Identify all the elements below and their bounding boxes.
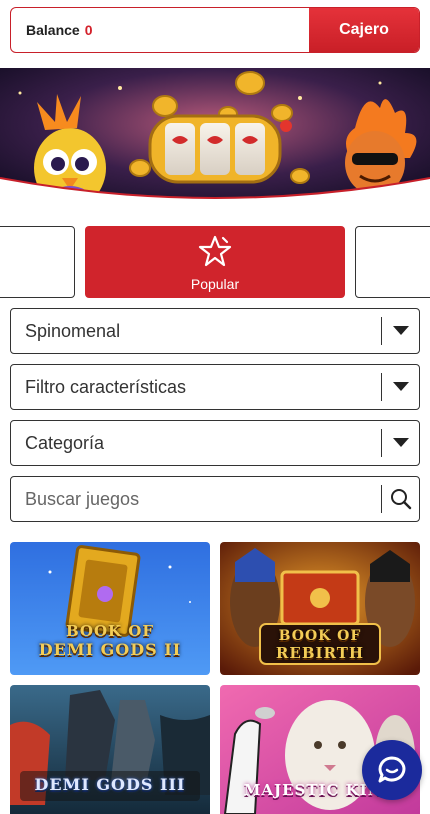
balance-bar: Balance 0 Cajero xyxy=(10,7,420,53)
tab-next[interactable] xyxy=(355,226,430,298)
search-input[interactable]: Buscar juegos xyxy=(11,489,381,510)
features-select-value: Filtro características xyxy=(25,376,187,397)
game-tile-book-of-rebirth[interactable]: BOOK OF REBIRTH xyxy=(220,542,420,675)
balance-label: Balance xyxy=(26,22,80,38)
game-tile-demi-gods-iii[interactable]: DEMI GODS III xyxy=(10,685,210,814)
casino-page: Balance 0 Cajero Popular Spinomenal Filt… xyxy=(0,0,430,814)
balance-value: 0 xyxy=(84,22,93,38)
provider-select-value: Spinomenal xyxy=(25,320,121,341)
game-title: DEMI GODS III xyxy=(34,775,186,794)
game-title: BOOK OF xyxy=(278,628,362,644)
search-field[interactable]: Buscar juegos xyxy=(10,476,420,522)
features-select[interactable]: Filtro características xyxy=(10,364,420,410)
game-tile-book-of-demi-gods-ii[interactable]: BOOK OF DEMI GODS II xyxy=(10,542,210,675)
chevron-down-icon xyxy=(382,381,419,393)
game-title: DEMI GODS II xyxy=(38,640,182,659)
promo-banner[interactable] xyxy=(0,68,430,208)
tab-previous[interactable] xyxy=(0,226,75,298)
tab-popular[interactable]: Popular xyxy=(85,226,345,298)
star-icon xyxy=(198,235,232,267)
chat-button[interactable] xyxy=(362,740,422,800)
game-title: BOOK OF xyxy=(65,622,155,640)
balance-display: Balance 0 xyxy=(11,8,309,52)
chevron-down-icon xyxy=(382,437,419,449)
tab-popular-label: Popular xyxy=(190,276,240,292)
banner-art xyxy=(0,68,430,208)
cashier-button[interactable]: Cajero xyxy=(309,8,419,52)
category-tabs: Popular xyxy=(0,226,430,298)
search-icon[interactable] xyxy=(382,488,419,510)
category-select[interactable]: Categoría xyxy=(10,420,420,466)
game-thumbnail xyxy=(10,685,210,814)
chevron-down-icon xyxy=(382,325,419,337)
category-select-value: Categoría xyxy=(25,432,105,453)
chat-icon xyxy=(378,756,406,783)
game-title: REBIRTH xyxy=(275,644,365,662)
provider-select[interactable]: Spinomenal xyxy=(10,308,420,354)
